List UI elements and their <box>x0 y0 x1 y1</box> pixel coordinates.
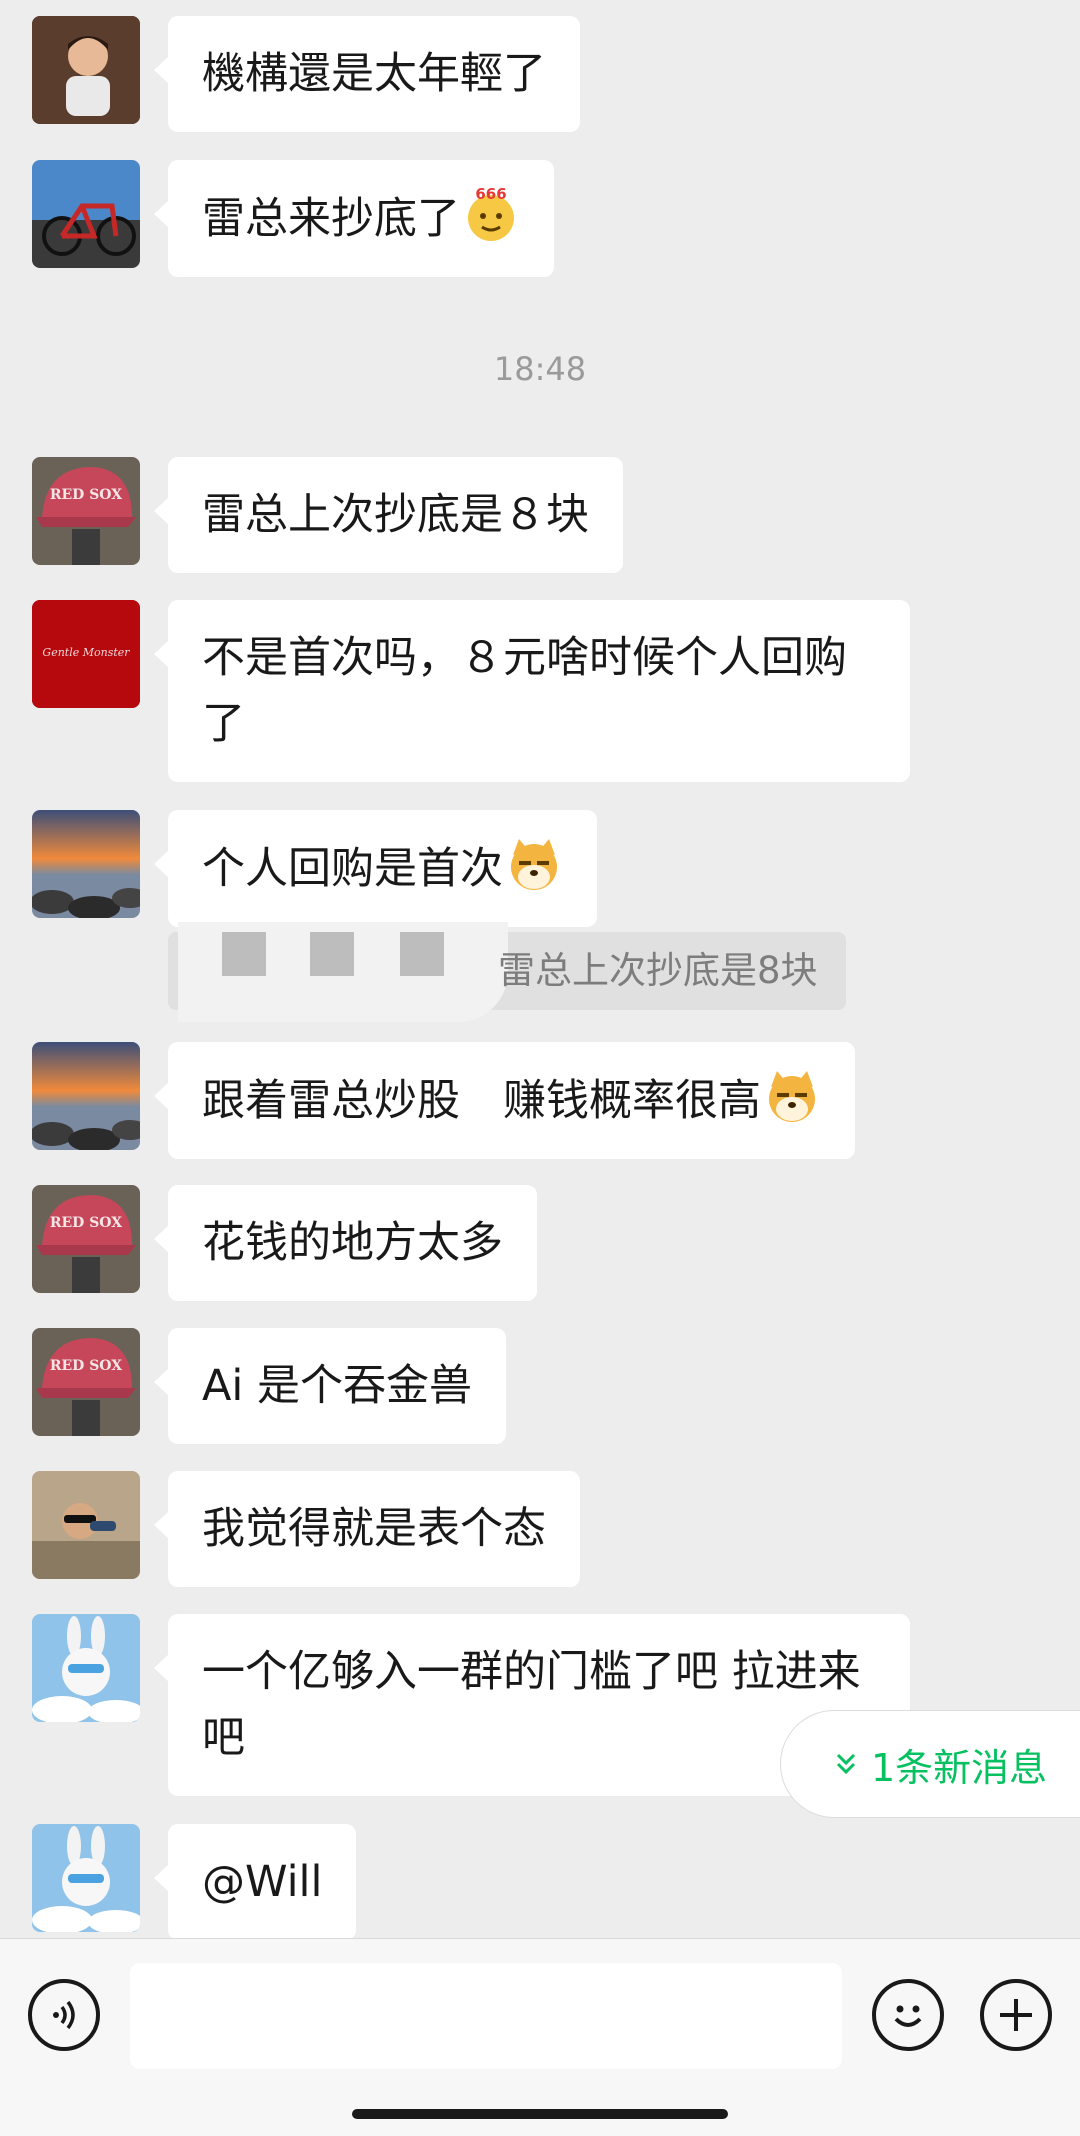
emoji-icon[interactable] <box>872 1979 944 2051</box>
sunglasses-man-avatar[interactable] <box>32 1471 140 1579</box>
message-text: Ai 是个吞金兽 <box>202 1361 473 1411</box>
gentle-monster-avatar[interactable]: Gentle Monster <box>32 600 140 708</box>
input-bar <box>0 1938 1080 2136</box>
message-row: 个人回购是首次 <box>32 810 597 927</box>
message-row: Gentle Monster 不是首次吗，８元啥时候个人回购了 <box>32 600 910 782</box>
message-bubble[interactable]: 花钱的地方太多 <box>154 1185 537 1301</box>
svg-text:RED SOX: RED SOX <box>50 1215 122 1231</box>
666-emoji: 666 <box>462 185 520 243</box>
message-text: 一个亿够入一群的门槛了吧 拉进来吧 <box>202 1647 861 1763</box>
cartoon-boy-avatar[interactable] <box>32 16 140 124</box>
message-text: 不是首次吗，８元啥时候个人回购了 <box>202 633 847 749</box>
sunset-beach-avatar[interactable] <box>32 810 140 918</box>
message-text: @Will <box>202 1857 323 1907</box>
chat-screen: 機構還是太年輕了 雷总来抄底了 666 18:48 RED SOX 雷总上次抄底… <box>0 0 1080 2136</box>
red-sox-cap-avatar[interactable]: RED SOX <box>32 457 140 565</box>
message-row: 一个亿够入一群的门槛了吧 拉进来吧 <box>32 1614 910 1796</box>
message-row: RED SOX 雷总上次抄底是８块 <box>32 457 623 573</box>
message-bubble[interactable]: 不是首次吗，８元啥时候个人回购了 <box>154 600 910 782</box>
new-messages-label: 1条新消息 <box>871 1745 1048 1790</box>
timestamp: 18:48 <box>493 350 587 388</box>
message-row: 跟着雷总炒股 赚钱概率很高 <box>32 1042 855 1159</box>
white-rabbit-avatar[interactable] <box>32 1614 140 1722</box>
svg-text:666: 666 <box>475 185 506 203</box>
message-bubble[interactable]: 跟着雷总炒股 赚钱概率很高 <box>154 1042 855 1159</box>
message-text: 我觉得就是表个态 <box>202 1504 546 1554</box>
red-sox-cap-avatar[interactable]: RED SOX <box>32 1328 140 1436</box>
message-bubble[interactable]: 雷总来抄底了 666 <box>154 160 554 277</box>
plus-icon[interactable] <box>980 1979 1052 2051</box>
message-row: RED SOX 花钱的地方太多 <box>32 1185 537 1301</box>
message-text: 跟着雷总炒股 赚钱概率很高 <box>202 1076 761 1126</box>
new-messages-button[interactable]: 1条新消息 <box>780 1710 1080 1818</box>
redacted-name <box>178 922 508 1022</box>
message-bubble[interactable]: @Will <box>153 1824 357 1938</box>
message-text: 雷总来抄底了 <box>202 194 460 244</box>
message-row: 雷总来抄底了 666 <box>32 160 554 277</box>
svg-text:Gentle Monster: Gentle Monster <box>42 646 130 659</box>
message-bubble[interactable]: Ai 是个吞金兽 <box>153 1328 507 1444</box>
message-row: RED SOX Ai 是个吞金兽 <box>32 1328 507 1444</box>
voice-icon[interactable] <box>28 1979 100 2051</box>
sunset-beach-avatar[interactable] <box>32 1042 140 1150</box>
redaction-block <box>400 932 444 976</box>
double-chevron-down-icon <box>835 1742 857 1786</box>
message-bubble[interactable]: 个人回购是首次 <box>154 810 597 927</box>
quoted-message[interactable]: 雷总上次抄底是8块 <box>168 922 846 1022</box>
bicycle-avatar[interactable] <box>32 160 140 268</box>
red-sox-cap-avatar[interactable]: RED SOX <box>32 1185 140 1293</box>
svg-text:RED SOX: RED SOX <box>50 487 122 503</box>
message-row: 我觉得就是表个态 <box>32 1471 580 1587</box>
svg-text:RED SOX: RED SOX <box>50 1358 122 1374</box>
redaction-block <box>222 932 266 976</box>
message-row: @Will <box>32 1824 357 1938</box>
quote-text: 雷总上次抄底是8块 <box>498 949 818 992</box>
redaction-block <box>310 932 354 976</box>
message-text: 機構還是太年輕了 <box>202 49 546 99</box>
white-rabbit-avatar[interactable] <box>32 1824 140 1932</box>
message-text: 花钱的地方太多 <box>202 1218 503 1268</box>
message-list[interactable]: 機構還是太年輕了 雷总来抄底了 666 18:48 RED SOX 雷总上次抄底… <box>0 0 1080 1938</box>
message-input[interactable] <box>130 1963 842 2069</box>
doge-emoji <box>505 835 563 893</box>
message-bubble[interactable]: 機構還是太年輕了 <box>154 16 580 132</box>
home-indicator[interactable] <box>352 2109 728 2119</box>
message-text: 雷总上次抄底是８块 <box>202 490 589 540</box>
message-row: 機構還是太年輕了 <box>32 16 580 132</box>
message-bubble[interactable]: 我觉得就是表个态 <box>154 1471 580 1587</box>
message-bubble[interactable]: 雷总上次抄底是８块 <box>154 457 623 573</box>
doge-emoji <box>763 1067 821 1125</box>
message-text: 个人回购是首次 <box>202 844 503 894</box>
